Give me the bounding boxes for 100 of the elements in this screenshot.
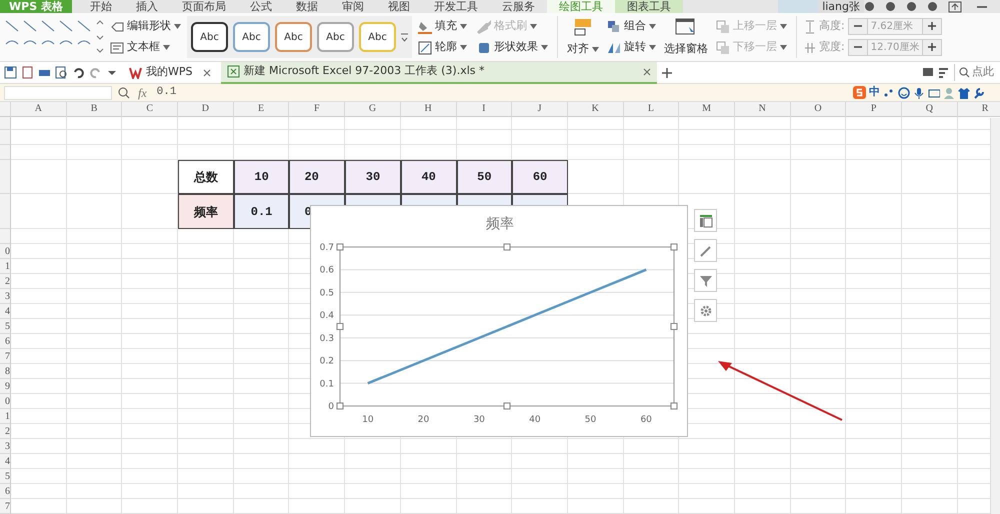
- more-styles-icon[interactable]: [401, 31, 408, 43]
- wrench-icon[interactable]: [973, 86, 985, 98]
- column-header[interactable]: D: [178, 102, 234, 117]
- row-header[interactable]: 9: [0, 379, 11, 394]
- comment-icon[interactable]: [922, 66, 934, 78]
- row-header[interactable]: 8: [0, 364, 11, 379]
- shape-style-swatch[interactable]: Abc: [359, 22, 396, 52]
- punctuation-icon[interactable]: [883, 86, 895, 98]
- resize-handle[interactable]: [336, 323, 344, 330]
- menu-tab[interactable]: 开始: [78, 0, 124, 13]
- settings-button[interactable]: [694, 299, 717, 322]
- upload-icon[interactable]: [948, 0, 962, 12]
- row-header[interactable]: 7: [0, 349, 11, 364]
- column-header[interactable]: N: [734, 102, 791, 117]
- column-header[interactable]: G: [345, 102, 401, 117]
- shape-style-swatch[interactable]: Abc: [233, 22, 270, 52]
- filter-button[interactable]: [694, 269, 717, 292]
- resize-handle[interactable]: [670, 323, 678, 330]
- column-header[interactable]: H: [400, 102, 456, 117]
- format-button[interactable]: 轮廓: [416, 39, 469, 56]
- chart-elements-button[interactable]: [694, 209, 717, 232]
- row-header[interactable]: 3: [0, 289, 11, 304]
- edit-shape-button[interactable]: 编辑形状: [108, 18, 183, 35]
- row-header[interactable]: 3: [0, 439, 11, 454]
- resize-handle[interactable]: [670, 244, 678, 250]
- vertical-scrollbar[interactable]: [990, 118, 1000, 514]
- close-icon[interactable]: [202, 68, 210, 76]
- row-header[interactable]: 1: [0, 409, 11, 424]
- column-header[interactable]: L: [624, 102, 680, 117]
- column-header[interactable]: P: [846, 102, 902, 117]
- new-tab-icon[interactable]: [660, 66, 673, 78]
- export-icon[interactable]: [21, 66, 34, 79]
- column-header[interactable]: A: [11, 102, 67, 117]
- caret-icon[interactable]: [460, 24, 467, 29]
- menu-tab[interactable]: 开发工具: [422, 0, 490, 13]
- row-header[interactable]: 4: [0, 304, 11, 319]
- column-header[interactable]: F: [289, 102, 346, 117]
- menu-tab[interactable]: 插入: [124, 0, 170, 13]
- row-header[interactable]: 6: [0, 484, 11, 499]
- row-header[interactable]: 2: [0, 424, 11, 439]
- row-header[interactable]: 0: [0, 244, 11, 259]
- arrange-button[interactable]: 组合: [605, 18, 658, 35]
- column-header[interactable]: Q: [902, 102, 958, 117]
- save-icon[interactable]: [4, 66, 17, 79]
- document-tab[interactable]: 我的WPS: [123, 62, 216, 84]
- close-icon[interactable]: [642, 68, 651, 76]
- row-header[interactable]: 5: [0, 319, 11, 334]
- row-header[interactable]: 5: [0, 469, 11, 484]
- arrange-button[interactable]: 旋转: [605, 39, 658, 56]
- menu-tab[interactable]: 页面布局: [170, 0, 238, 13]
- resize-handle[interactable]: [504, 244, 510, 250]
- row-header[interactable]: 1: [0, 259, 11, 274]
- brush-button[interactable]: [694, 239, 717, 262]
- caret-icon[interactable]: [460, 45, 467, 50]
- column-header[interactable]: R: [958, 102, 1000, 117]
- shirt-icon[interactable]: [958, 86, 970, 98]
- search-field[interactable]: 点此: [972, 64, 1000, 81]
- menu-tab[interactable]: 审阅: [330, 0, 376, 13]
- undo-icon[interactable]: [72, 66, 85, 79]
- shape-style-swatch[interactable]: Abc: [317, 22, 354, 52]
- shape-style-swatch[interactable]: Abc: [191, 22, 228, 52]
- caret-icon[interactable]: [649, 24, 656, 29]
- resize-handle[interactable]: [670, 402, 678, 410]
- column-header[interactable]: C: [122, 102, 178, 117]
- format-button[interactable]: 形状效果: [475, 39, 550, 56]
- zoom-icon[interactable]: [118, 86, 130, 98]
- row-header[interactable]: 4: [0, 454, 11, 469]
- formula-value[interactable]: 0.1: [156, 84, 850, 101]
- smiley-icon[interactable]: [898, 86, 910, 98]
- resize-handle[interactable]: [336, 244, 344, 250]
- function-label[interactable]: fx: [138, 84, 147, 102]
- column-header[interactable]: O: [790, 102, 846, 117]
- menu-tab[interactable]: 图表工具: [615, 0, 683, 13]
- column-header[interactable]: K: [568, 102, 624, 117]
- align-button[interactable]: 对齐: [565, 16, 601, 58]
- selection-pane-button[interactable]: 选择窗格: [662, 16, 710, 58]
- caret-icon[interactable]: [541, 45, 548, 50]
- chart-area[interactable]: 频率 0 0.1 0.2 0.3 0.4 0.5 0.6 0.7 10 20 30 40 50 60: [310, 205, 688, 437]
- column-header[interactable]: I: [456, 102, 512, 117]
- caret-icon[interactable]: [163, 45, 170, 50]
- column-header[interactable]: E: [234, 102, 290, 117]
- row-header[interactable]: 0: [0, 394, 11, 409]
- caret-icon[interactable]: [649, 45, 656, 50]
- text-box-button[interactable]: 文本框: [108, 39, 183, 56]
- menu-tab[interactable]: 云服务: [490, 0, 547, 13]
- document-tab[interactable]: 新建 Microsoft Excel 97-2003 工作表 (3).xls *: [220, 62, 657, 84]
- format-button[interactable]: 填充: [416, 18, 469, 35]
- preview-icon[interactable]: [55, 66, 68, 79]
- ime-mode-label[interactable]: 中: [869, 84, 880, 101]
- row-header[interactable]: 7: [0, 499, 11, 514]
- column-header[interactable]: J: [512, 102, 568, 117]
- row-header[interactable]: 6: [0, 334, 11, 349]
- menu-tab[interactable]: 视图: [376, 0, 422, 13]
- resize-handle[interactable]: [504, 402, 510, 410]
- user-name[interactable]: liang张: [818, 0, 864, 13]
- keyboard-icon[interactable]: [928, 86, 940, 98]
- shape-style-swatch[interactable]: Abc: [275, 22, 312, 52]
- menu-tab[interactable]: 公式: [238, 0, 284, 13]
- plot-area[interactable]: [340, 246, 674, 406]
- row-header[interactable]: 2: [0, 274, 11, 289]
